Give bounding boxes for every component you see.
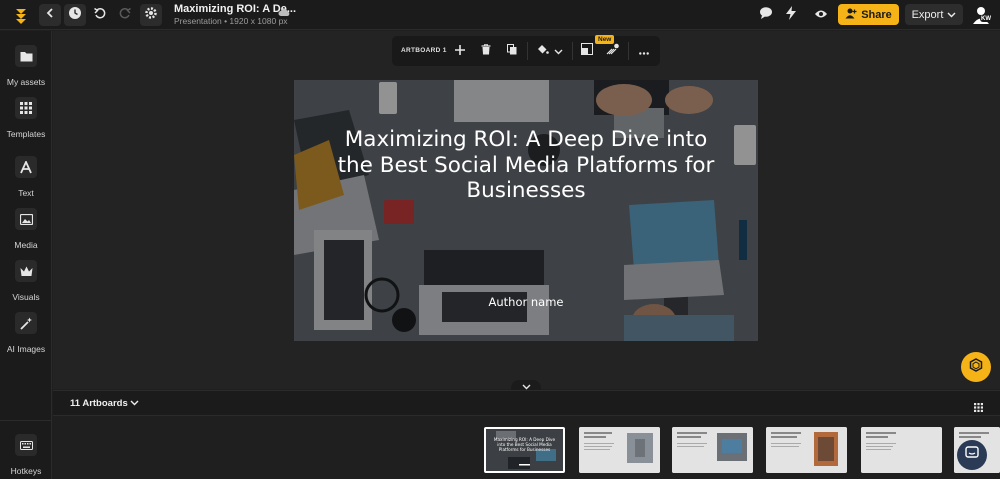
slide-author[interactable]: Author name: [426, 295, 626, 309]
export-button[interactable]: Export: [905, 4, 963, 25]
artboards-strip: Maximizing ROI: A Deep Dive into the Bes…: [53, 416, 1000, 479]
resize-button[interactable]: [579, 43, 595, 59]
more-horizontal-icon: [639, 42, 649, 60]
crown-icon: [15, 260, 37, 282]
sidebar-item-text[interactable]: Text: [0, 148, 52, 198]
thumbnail-preview: [579, 427, 660, 473]
sidebar-item-label: My assets: [6, 77, 46, 87]
comments-button[interactable]: [755, 4, 777, 26]
back-button[interactable]: [39, 4, 61, 26]
sidebar-item-hotkeys[interactable]: Hotkeys: [0, 426, 52, 476]
chevron-down-icon: [554, 42, 563, 60]
image-icon: [15, 208, 37, 230]
lightning-icon: [785, 5, 797, 25]
thumbnail-preview: [861, 427, 942, 473]
add-user-icon: [845, 8, 857, 22]
eye-icon: [814, 6, 828, 24]
copy-icon: [507, 42, 517, 60]
magic-animate-button[interactable]: [604, 43, 620, 59]
hexagon-icon: [969, 357, 983, 377]
chevron-down-icon: [947, 9, 956, 21]
support-chat-button[interactable]: [957, 440, 987, 470]
artboard-thumbnail[interactable]: Maximizing ROI: A Deep Dive into the Bes…: [484, 427, 565, 473]
preview-button[interactable]: [810, 4, 832, 26]
delete-artboard-button[interactable]: [478, 43, 494, 59]
left-sidebar: My assets Templates Text Media Visuals A…: [0, 31, 52, 479]
artboard-toolbar: ARTBOARD 1: [392, 36, 660, 66]
toolbar-divider: [628, 42, 629, 60]
fill-color-button[interactable]: [535, 43, 551, 59]
thumbnail-preview: Maximizing ROI: A Deep Dive into the Bes…: [486, 429, 563, 471]
sidebar-item-label: Templates: [6, 129, 46, 139]
chat-icon: [965, 445, 979, 465]
gear-icon: [144, 6, 158, 25]
redo-button[interactable]: [114, 4, 136, 26]
clock-icon: [68, 6, 82, 25]
text-icon: [15, 156, 37, 178]
resize-icon: [581, 42, 593, 60]
folder-icon: [15, 45, 37, 67]
sparkle-wand-icon: [606, 42, 619, 60]
artboard-thumbnail[interactable]: [766, 427, 847, 473]
undo-button[interactable]: [89, 4, 111, 26]
redo-icon: [118, 6, 132, 25]
plus-icon: [455, 42, 465, 60]
trash-icon: [481, 42, 491, 60]
sidebar-item-label: AI Images: [6, 344, 46, 354]
artboards-header: 11 Artboards: [53, 390, 1000, 416]
toolbar-divider: [527, 42, 528, 60]
editor-app: Maximizing ROI: A De... Presentation • 1…: [0, 0, 1000, 479]
sidebar-item-label: Visuals: [12, 292, 40, 302]
grid-view-icon[interactable]: [974, 399, 983, 417]
avatar-initials: KW: [980, 16, 992, 22]
share-label: Share: [861, 8, 892, 21]
history-button[interactable]: [64, 4, 86, 26]
artboard-thumbnail[interactable]: [579, 427, 660, 473]
magic-wand-icon: [15, 312, 37, 334]
export-label: Export: [911, 8, 944, 21]
artboard-name[interactable]: ARTBOARD 1: [401, 47, 447, 54]
add-artboard-button[interactable]: [452, 43, 468, 59]
sidebar-item-my-assets[interactable]: My assets: [0, 37, 52, 87]
chat-bubble-icon: [759, 6, 773, 25]
paint-bucket-icon: [537, 42, 549, 60]
keyboard-icon: [15, 434, 37, 456]
slide-title[interactable]: Maximizing ROI: A Deep Dive into the Bes…: [324, 127, 728, 204]
artboard-thumbnail[interactable]: [672, 427, 753, 473]
sidebar-item-label: Media: [14, 240, 38, 250]
sidebar-item-ai-images[interactable]: AI Images: [0, 304, 52, 354]
hotkeys-label: Hotkeys: [10, 466, 42, 476]
share-button[interactable]: Share: [838, 4, 899, 25]
thumbnail-preview: [766, 427, 847, 473]
sidebar-item-templates[interactable]: Templates: [0, 89, 52, 139]
artboards-dropdown[interactable]: 11 Artboards: [70, 398, 139, 409]
toolbar-divider: [572, 42, 573, 60]
settings-button[interactable]: [140, 4, 162, 26]
app-logo[interactable]: [10, 4, 32, 26]
duplicate-artboard-button[interactable]: [504, 43, 520, 59]
thumbnail-preview: [672, 427, 753, 473]
sidebar-item-label: Text: [18, 188, 34, 198]
artboard-slide[interactable]: Maximizing ROI: A Deep Dive into the Bes…: [294, 80, 758, 341]
sidebar-divider: [0, 420, 52, 421]
artboards-count-label: 11 Artboards: [70, 398, 128, 409]
top-bar: Maximizing ROI: A De... Presentation • 1…: [0, 0, 1000, 30]
document-subtitle: Presentation • 1920 x 1080 px: [174, 16, 288, 26]
sidebar-item-visuals[interactable]: Visuals: [0, 252, 52, 302]
more-options-button[interactable]: [636, 43, 652, 59]
new-badge: New: [595, 35, 615, 44]
fill-color-dropdown[interactable]: [550, 43, 566, 59]
animate-button[interactable]: [780, 4, 802, 26]
artboard-thumbnail[interactable]: [861, 427, 942, 473]
help-button[interactable]: [961, 352, 991, 382]
chevron-down-icon: [130, 398, 139, 409]
undo-icon: [93, 6, 107, 25]
sidebar-item-media[interactable]: Media: [0, 200, 52, 250]
avatar[interactable]: [970, 4, 992, 26]
chevron-left-icon: [44, 6, 56, 24]
svg-text:Platforms for Businesses: Platforms for Businesses: [499, 447, 551, 452]
grid-icon: [15, 97, 37, 119]
